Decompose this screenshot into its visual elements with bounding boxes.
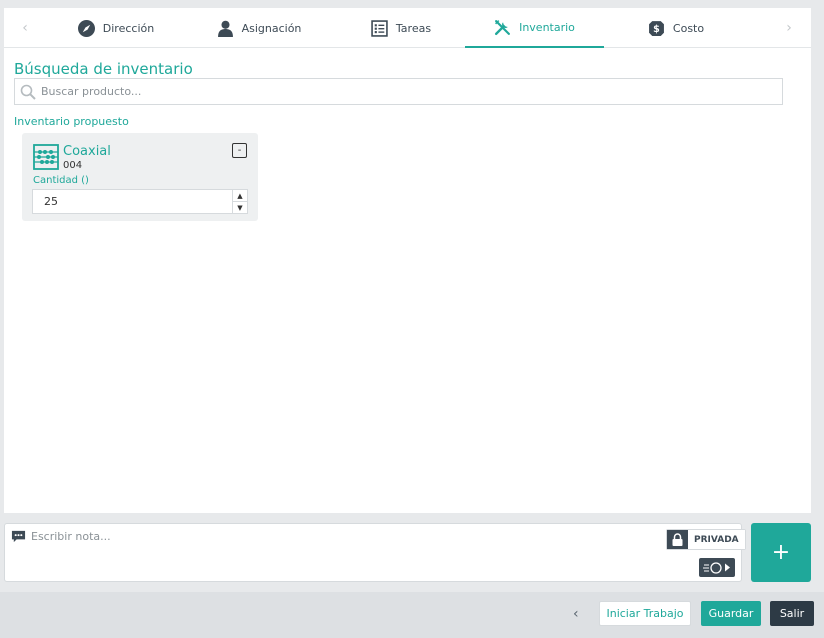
private-toggle[interactable]: PRIVADA	[666, 529, 746, 550]
tab-label: Dirección	[102, 21, 155, 35]
tab-asignacion[interactable]: Asignación	[204, 8, 314, 48]
private-label: PRIVADA	[688, 530, 745, 549]
save-button[interactable]: Guardar	[701, 601, 761, 626]
checklist-icon	[371, 19, 388, 37]
tab-label: Costo	[672, 21, 705, 35]
speed-note-button[interactable]	[699, 558, 735, 577]
tab-bar: ‹ Dirección Asignación Tareas Inventario…	[4, 8, 811, 48]
tab-label: Inventario	[519, 20, 575, 34]
compass-icon	[77, 19, 95, 37]
remove-item-button[interactable]: -	[232, 143, 247, 158]
dollar-icon: $	[648, 20, 664, 36]
quantity-label: Cantidad ()	[33, 175, 89, 186]
main-panel: Búsqueda de inventario Inventario propue…	[4, 48, 811, 513]
tab-inventario[interactable]: Inventario	[465, 8, 604, 48]
user-icon	[217, 20, 233, 37]
quantity-spinner: ▲ ▼	[232, 190, 247, 213]
search-title: Búsqueda de inventario	[14, 60, 193, 78]
tabs-prev-arrow[interactable]: ‹	[10, 8, 40, 48]
speed-icon	[703, 562, 730, 574]
tools-icon	[495, 19, 511, 35]
tab-label: Tareas	[395, 21, 432, 35]
tabs-next-arrow[interactable]: ›	[774, 8, 804, 48]
footer-bar: ‹ Iniciar Trabajo Guardar Salir	[0, 592, 824, 638]
speech-bubble-icon	[11, 530, 26, 543]
start-work-button[interactable]: Iniciar Trabajo	[599, 601, 691, 626]
tab-tareas[interactable]: Tareas	[356, 8, 446, 48]
item-name: Coaxial	[63, 144, 111, 159]
note-placeholder[interactable]: Escribir nota...	[31, 530, 111, 543]
lock-icon	[667, 530, 688, 549]
tab-label: Asignación	[241, 21, 302, 35]
add-note-button[interactable]: +	[751, 523, 811, 582]
tab-costo[interactable]: $ Costo	[636, 8, 716, 48]
quantity-stepper[interactable]: 25 ▲ ▼	[32, 189, 248, 214]
abacus-icon	[33, 144, 59, 170]
proposed-title: Inventario propuesto	[14, 115, 129, 128]
back-chevron-icon[interactable]: ‹	[573, 606, 579, 622]
increment-arrow-icon[interactable]: ▲	[233, 190, 247, 202]
search-box[interactable]	[14, 78, 783, 105]
search-input[interactable]	[41, 85, 741, 98]
svg-text:$: $	[653, 24, 660, 35]
decrement-arrow-icon[interactable]: ▼	[233, 202, 247, 213]
item-code: 004	[63, 160, 83, 171]
exit-button[interactable]: Salir	[770, 601, 814, 626]
inventory-item-card: Coaxial 004 - Cantidad () 25 ▲ ▼	[22, 133, 258, 221]
quantity-value[interactable]: 25	[44, 195, 58, 208]
tab-direccion[interactable]: Dirección	[66, 8, 166, 48]
note-field[interactable]: Escribir nota... PRIVADA	[4, 523, 746, 582]
search-icon	[20, 84, 36, 100]
